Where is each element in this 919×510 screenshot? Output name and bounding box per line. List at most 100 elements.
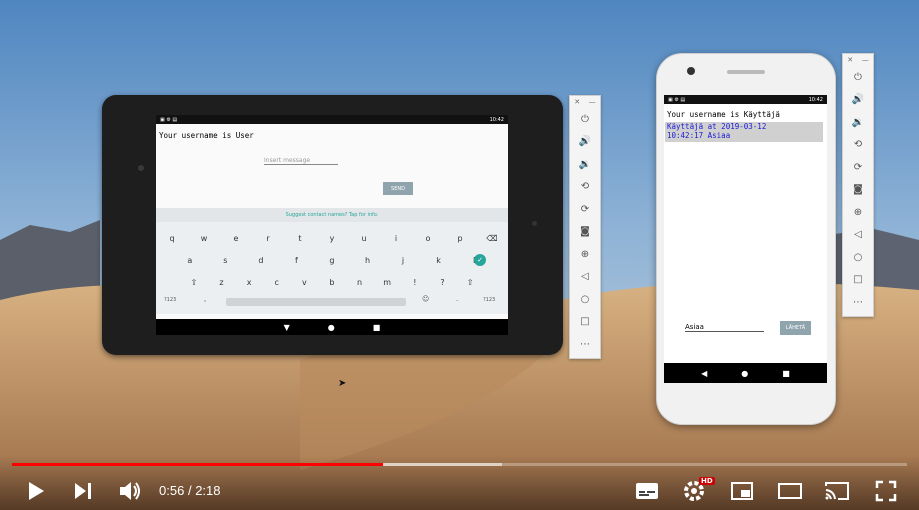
close-icon[interactable]: ✕ <box>574 98 580 106</box>
power-icon[interactable]: ⏻ <box>843 66 873 89</box>
message-line-2: 10:42:17 Asiaa <box>667 131 731 140</box>
home-icon[interactable]: ○ <box>843 246 873 269</box>
tablet-nav-bar: ▼ ● ■ <box>156 319 508 335</box>
keyboard-period-key[interactable]: . <box>456 295 458 303</box>
shift-key-right[interactable]: ⇧ <box>460 278 480 287</box>
keyboard-key[interactable]: g <box>322 256 342 265</box>
keyboard: Suggest contact names? Tap for info. q w e… <box>156 208 508 314</box>
rotate-left-icon[interactable]: ⟲ <box>570 176 600 199</box>
home-icon[interactable]: ● <box>741 369 748 378</box>
zoom-icon[interactable]: ⊕ <box>570 243 600 266</box>
keyboard-key[interactable]: r <box>258 234 278 243</box>
phone-emulator: ▣ ⚙ ▤ 10:42 Your username is Käyttäjä Kä… <box>656 53 836 425</box>
camera-icon[interactable]: ◙ <box>570 221 600 244</box>
keyboard-key[interactable]: o <box>418 234 438 243</box>
overview-icon[interactable]: □ <box>570 311 600 334</box>
keyboard-key[interactable]: z <box>211 278 231 287</box>
keyboard-key[interactable]: ? <box>432 278 452 287</box>
phone-send-button[interactable]: LÄHETÄ <box>780 321 811 335</box>
keyboard-key[interactable]: x <box>239 278 259 287</box>
keyboard-key[interactable]: f <box>286 256 306 265</box>
keyboard-key[interactable]: y <box>322 234 342 243</box>
rotate-left-icon[interactable]: ⟲ <box>843 134 873 157</box>
back-icon[interactable]: ◁ <box>843 224 873 247</box>
volume-up-icon[interactable]: 🔊 <box>843 89 873 112</box>
minimize-icon[interactable]: — <box>589 98 596 106</box>
keyboard-key[interactable]: ! <box>405 278 425 287</box>
keyboard-key[interactable]: b <box>322 278 342 287</box>
volume-icon[interactable] <box>118 480 142 502</box>
shift-key[interactable]: ⇧ <box>184 278 204 287</box>
tablet-message-input[interactable]: Insert message <box>264 157 338 165</box>
phone-speaker <box>727 70 765 74</box>
keyboard-key[interactable]: e <box>226 234 246 243</box>
backspace-key[interactable]: ⌫ <box>482 234 502 243</box>
keyboard-key[interactable]: m <box>377 278 397 287</box>
keyboard-comma-key[interactable]: , <box>204 295 206 303</box>
more-icon[interactable]: ⋯ <box>843 291 873 314</box>
back-icon[interactable]: ◀ <box>701 369 707 378</box>
keyboard-key[interactable]: a <box>180 256 200 265</box>
keyboard-emoji-key[interactable]: ☺ <box>422 295 429 303</box>
zoom-icon[interactable]: ⊕ <box>843 201 873 224</box>
overview-icon[interactable]: □ <box>843 269 873 292</box>
keyboard-key[interactable]: u <box>354 234 374 243</box>
cast-icon[interactable] <box>824 480 850 502</box>
phone-emulator-toolbar: ✕ — ⏻ 🔊 🔉 ⟲ ⟳ ◙ ⊕ ◁ ○ □ ⋯ <box>842 53 874 317</box>
close-icon[interactable]: ✕ <box>847 56 853 64</box>
theater-icon[interactable] <box>777 482 803 500</box>
back-icon[interactable]: ▼ <box>284 323 290 332</box>
keyboard-row-1: q w e r t y u i o p ⌫ <box>156 234 508 243</box>
home-icon[interactable]: ○ <box>570 288 600 311</box>
keyboard-key[interactable]: c <box>267 278 287 287</box>
more-icon[interactable]: ⋯ <box>570 333 600 356</box>
camera-icon[interactable]: ◙ <box>843 179 873 202</box>
keyboard-key[interactable]: d <box>251 256 271 265</box>
power-icon[interactable]: ⏻ <box>570 108 600 131</box>
play-icon[interactable] <box>26 481 46 501</box>
volume-up-icon[interactable]: 🔊 <box>570 131 600 154</box>
keyboard-space-key[interactable] <box>226 298 406 306</box>
keyboard-suggestion[interactable]: Suggest contact names? Tap for info. <box>156 208 508 222</box>
tablet-sensor <box>532 221 537 226</box>
overview-icon[interactable]: ■ <box>373 323 381 332</box>
keyboard-key[interactable]: j <box>393 256 413 265</box>
keyboard-symbols-key[interactable]: ?123 <box>164 297 176 303</box>
home-icon[interactable]: ● <box>328 323 335 332</box>
back-icon[interactable]: ◁ <box>570 266 600 289</box>
keyboard-enter-key[interactable]: ✓ <box>474 254 486 266</box>
rotate-right-icon[interactable]: ⟳ <box>843 156 873 179</box>
keyboard-key[interactable]: n <box>350 278 370 287</box>
time-total: 2:18 <box>195 483 221 498</box>
minimize-icon[interactable]: — <box>862 56 869 64</box>
fullscreen-icon[interactable] <box>874 479 898 503</box>
rotate-right-icon[interactable]: ⟳ <box>570 198 600 221</box>
keyboard-key[interactable]: q <box>162 234 182 243</box>
keyboard-key[interactable]: t <box>290 234 310 243</box>
tablet-username-text: Your username is User <box>159 131 254 140</box>
status-icons: ▣ ⚙ ▤ <box>668 96 686 103</box>
progress-track[interactable] <box>12 463 907 466</box>
keyboard-key[interactable]: v <box>294 278 314 287</box>
next-icon[interactable] <box>73 481 93 501</box>
volume-down-icon[interactable]: 🔉 <box>843 111 873 134</box>
miniplayer-icon[interactable] <box>730 481 754 501</box>
phone-screen: ▣ ⚙ ▤ 10:42 Your username is Käyttäjä Kä… <box>664 95 827 383</box>
tablet-send-button[interactable]: SEND <box>383 182 413 195</box>
message-line-1: Käyttäjä at 2019-03-12 <box>667 122 767 131</box>
keyboard-key[interactable]: i <box>386 234 406 243</box>
keyboard-key[interactable]: w <box>194 234 214 243</box>
time-separator: / <box>187 483 192 498</box>
phone-status-bar: ▣ ⚙ ▤ 10:42 <box>664 95 827 104</box>
tablet-status-bar: ▣ ⚙ ▤ 10:42 <box>156 115 508 124</box>
keyboard-key[interactable]: s <box>215 256 235 265</box>
keyboard-key[interactable]: h <box>358 256 378 265</box>
overview-icon[interactable]: ■ <box>782 369 790 378</box>
phone-message-input[interactable]: Asiaa <box>685 323 764 332</box>
tablet-screen: ▣ ⚙ ▤ 10:42 Your username is User Insert… <box>156 115 508 335</box>
keyboard-key[interactable]: p <box>450 234 470 243</box>
subtitles-icon[interactable] <box>635 482 659 500</box>
volume-down-icon[interactable]: 🔉 <box>570 153 600 176</box>
keyboard-symbols-key-right[interactable]: ?123 <box>483 297 495 303</box>
keyboard-key[interactable]: k <box>429 256 449 265</box>
